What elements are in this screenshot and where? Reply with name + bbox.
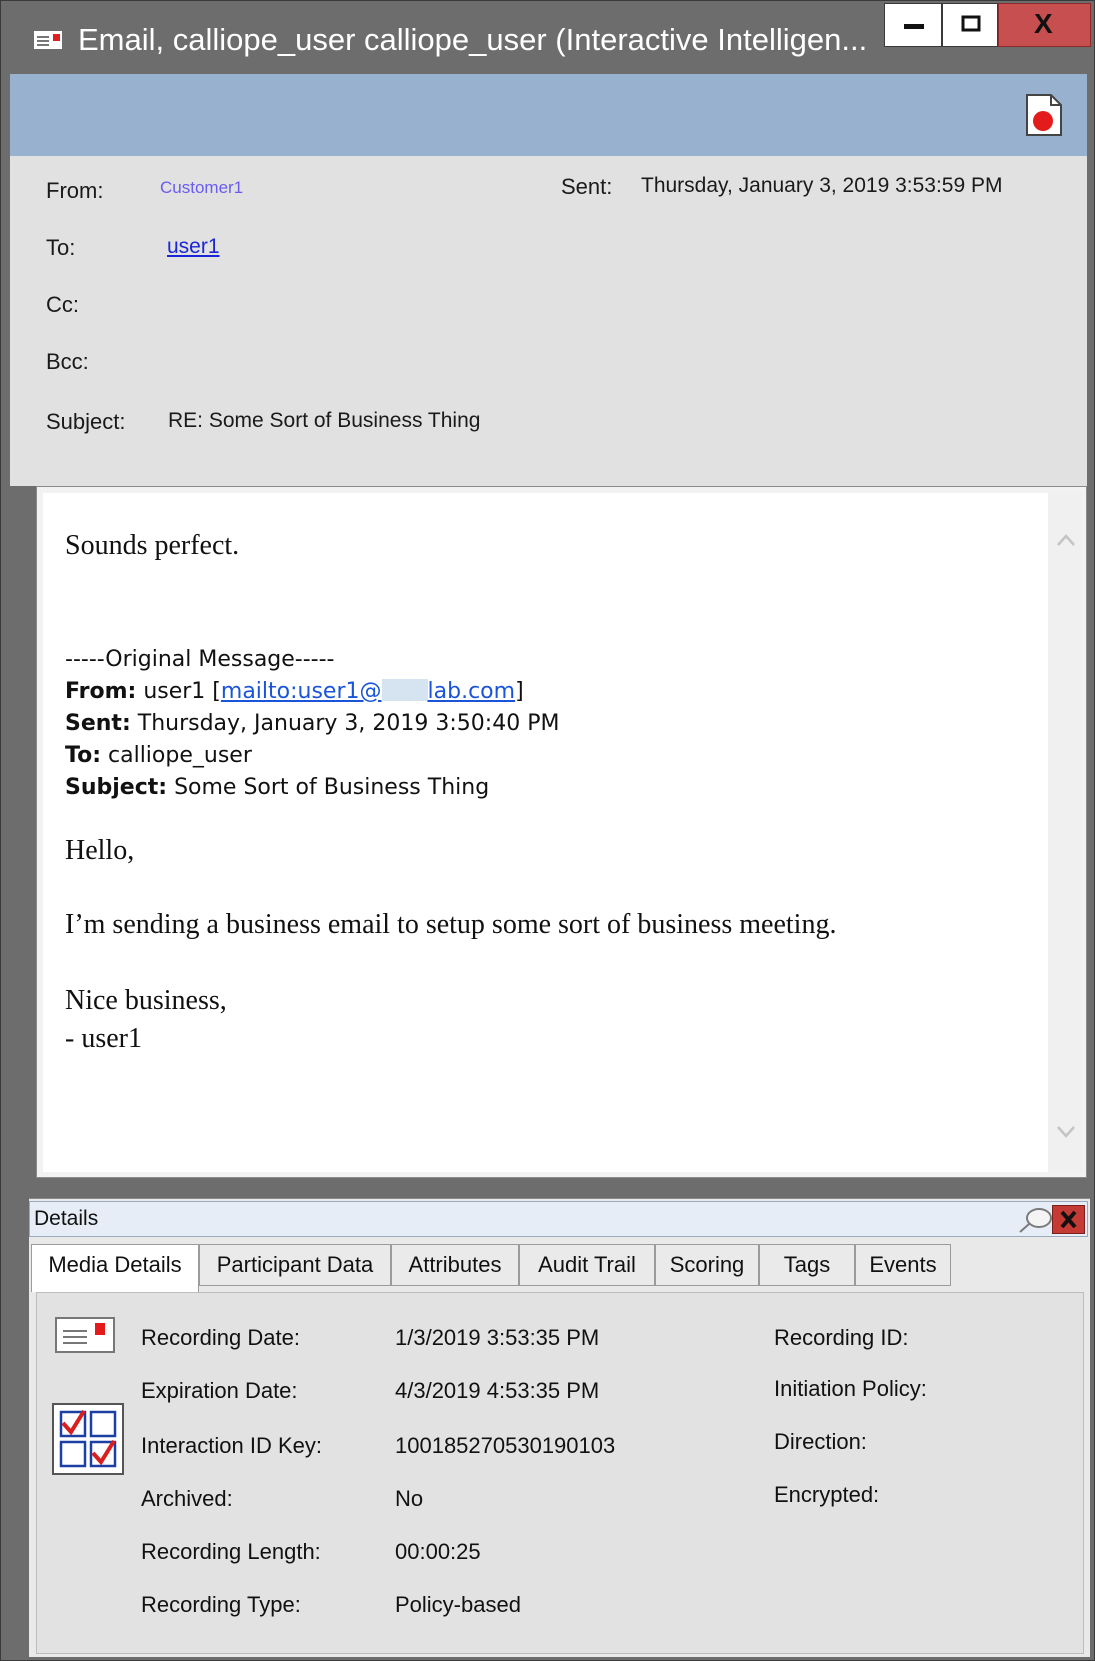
original-to-label: To: <box>65 743 101 768</box>
details-title: Details <box>34 1207 99 1230</box>
recording-type-label: Recording Type: <box>141 1592 301 1617</box>
cc-label: Cc: <box>46 292 79 317</box>
signature-line: - user1 <box>65 1023 142 1054</box>
original-sent-label: Sent: <box>65 711 131 736</box>
close-icon <box>1060 1210 1077 1229</box>
to-value[interactable]: user1 <box>167 235 220 259</box>
original-to-line: To: calliope_user <box>65 743 252 768</box>
close-window-label: X <box>1034 8 1053 39</box>
tab-events[interactable]: Events <box>855 1244 951 1286</box>
from-label: From: <box>46 178 104 203</box>
recording-length-label: Recording Length: <box>141 1539 321 1564</box>
original-sent-line: Sent: Thursday, January 3, 2019 3:50:40 … <box>65 711 559 736</box>
pin-icon[interactable] <box>1017 1206 1055 1234</box>
from-value[interactable]: Customer1 <box>160 178 243 198</box>
minimize-button[interactable] <box>884 3 942 47</box>
sent-value: Thursday, January 3, 2019 3:53:59 PM <box>641 174 1003 197</box>
recording-date-value: 1/3/2019 3:53:35 PM <box>395 1325 600 1350</box>
direction-label: Direction: <box>774 1429 867 1454</box>
original-from-line: From: user1 [mailto:user1@ lab.com] <box>65 679 524 704</box>
details-close-button[interactable] <box>1052 1205 1085 1234</box>
window-title: Email, calliope_user calliope_user (Inte… <box>78 22 868 57</box>
original-from-label: From: <box>65 679 137 704</box>
title-bar[interactable]: Email, calliope_user calliope_user (Inte… <box>2 2 1093 74</box>
maximize-icon <box>961 15 981 32</box>
mailto-link-end: lab.com <box>427 679 516 704</box>
tab-attributes[interactable]: Attributes <box>391 1244 519 1286</box>
greeting-line: Hello, <box>65 835 135 866</box>
scroll-up-icon[interactable] <box>1056 533 1076 547</box>
subject-value: RE: Some Sort of Business Thing <box>168 409 481 432</box>
email-window: Email, calliope_user calliope_user (Inte… <box>0 0 1095 1661</box>
archived-label: Archived: <box>141 1486 233 1511</box>
tab-scoring[interactable]: Scoring <box>655 1244 759 1286</box>
original-from-name: user1 <box>143 679 206 704</box>
toolbar-band <box>10 74 1087 156</box>
message-scrollbar[interactable] <box>1048 493 1083 1172</box>
to-label: To: <box>46 235 76 260</box>
email-window-icon <box>34 31 62 49</box>
original-header: -----Original Message----- <box>65 647 335 672</box>
subject-label: Subject: <box>46 409 126 434</box>
checklist-icon <box>52 1403 124 1475</box>
original-subject-value: Some Sort of Business Thing <box>174 775 490 800</box>
tab-tags[interactable]: Tags <box>759 1244 855 1286</box>
tab-audit-trail[interactable]: Audit Trail <box>519 1244 655 1286</box>
minimize-icon <box>904 24 924 29</box>
expiration-date-value: 4/3/2019 4:53:35 PM <box>395 1378 600 1403</box>
original-sent-value: Thursday, January 3, 2019 3:50:40 PM <box>137 711 560 736</box>
maximize-button[interactable] <box>942 3 998 47</box>
original-from-bracket-open: [ <box>212 679 221 704</box>
bcc-label: Bcc: <box>46 349 89 374</box>
redaction-box <box>381 679 428 701</box>
body-line: I’m sending a business email to setup so… <box>65 909 837 940</box>
recording-id-label: Recording ID: <box>774 1325 909 1350</box>
tab-media-details[interactable]: Media Details <box>31 1244 199 1292</box>
interaction-id-label: Interaction ID Key: <box>141 1433 322 1458</box>
tab-participant-data[interactable]: Participant Data <box>199 1244 391 1286</box>
original-from-link[interactable]: mailto:user1@ lab.com <box>221 679 515 704</box>
scroll-down-icon[interactable] <box>1056 1125 1076 1139</box>
original-from-bracket-close: ] <box>515 679 524 704</box>
recording-type-value: Policy-based <box>395 1592 521 1617</box>
message-body[interactable]: Sounds perfect. -----Original Message---… <box>43 493 1048 1172</box>
original-to-value: calliope_user <box>108 743 252 768</box>
recording-date-label: Recording Date: <box>141 1325 300 1350</box>
original-subject-label: Subject: <box>65 775 168 800</box>
reply-line: Sounds perfect. <box>65 530 240 561</box>
interaction-id-value: 100185270530190103 <box>395 1433 616 1458</box>
initiation-policy-label: Initiation Policy: <box>774 1376 927 1401</box>
closing-line: Nice business, <box>65 985 227 1016</box>
mailto-link-start: mailto:user1@ <box>220 679 382 704</box>
email-media-icon <box>55 1317 115 1353</box>
details-tabs: Media Details Participant Data Attribute… <box>29 1244 1089 1292</box>
email-header: From: Customer1 Sent: Thursday, January … <box>10 156 1087 486</box>
record-document-icon[interactable] <box>1025 93 1063 137</box>
archived-value: No <box>395 1486 424 1511</box>
recording-length-value: 00:00:25 <box>395 1539 481 1564</box>
details-header-bar: Details <box>29 1201 1088 1237</box>
encrypted-label: Encrypted: <box>774 1482 880 1507</box>
sent-label: Sent: <box>561 174 613 199</box>
original-subject-line: Subject: Some Sort of Business Thing <box>65 775 489 800</box>
expiration-date-label: Expiration Date: <box>141 1378 298 1403</box>
close-window-button[interactable]: X <box>998 3 1091 47</box>
